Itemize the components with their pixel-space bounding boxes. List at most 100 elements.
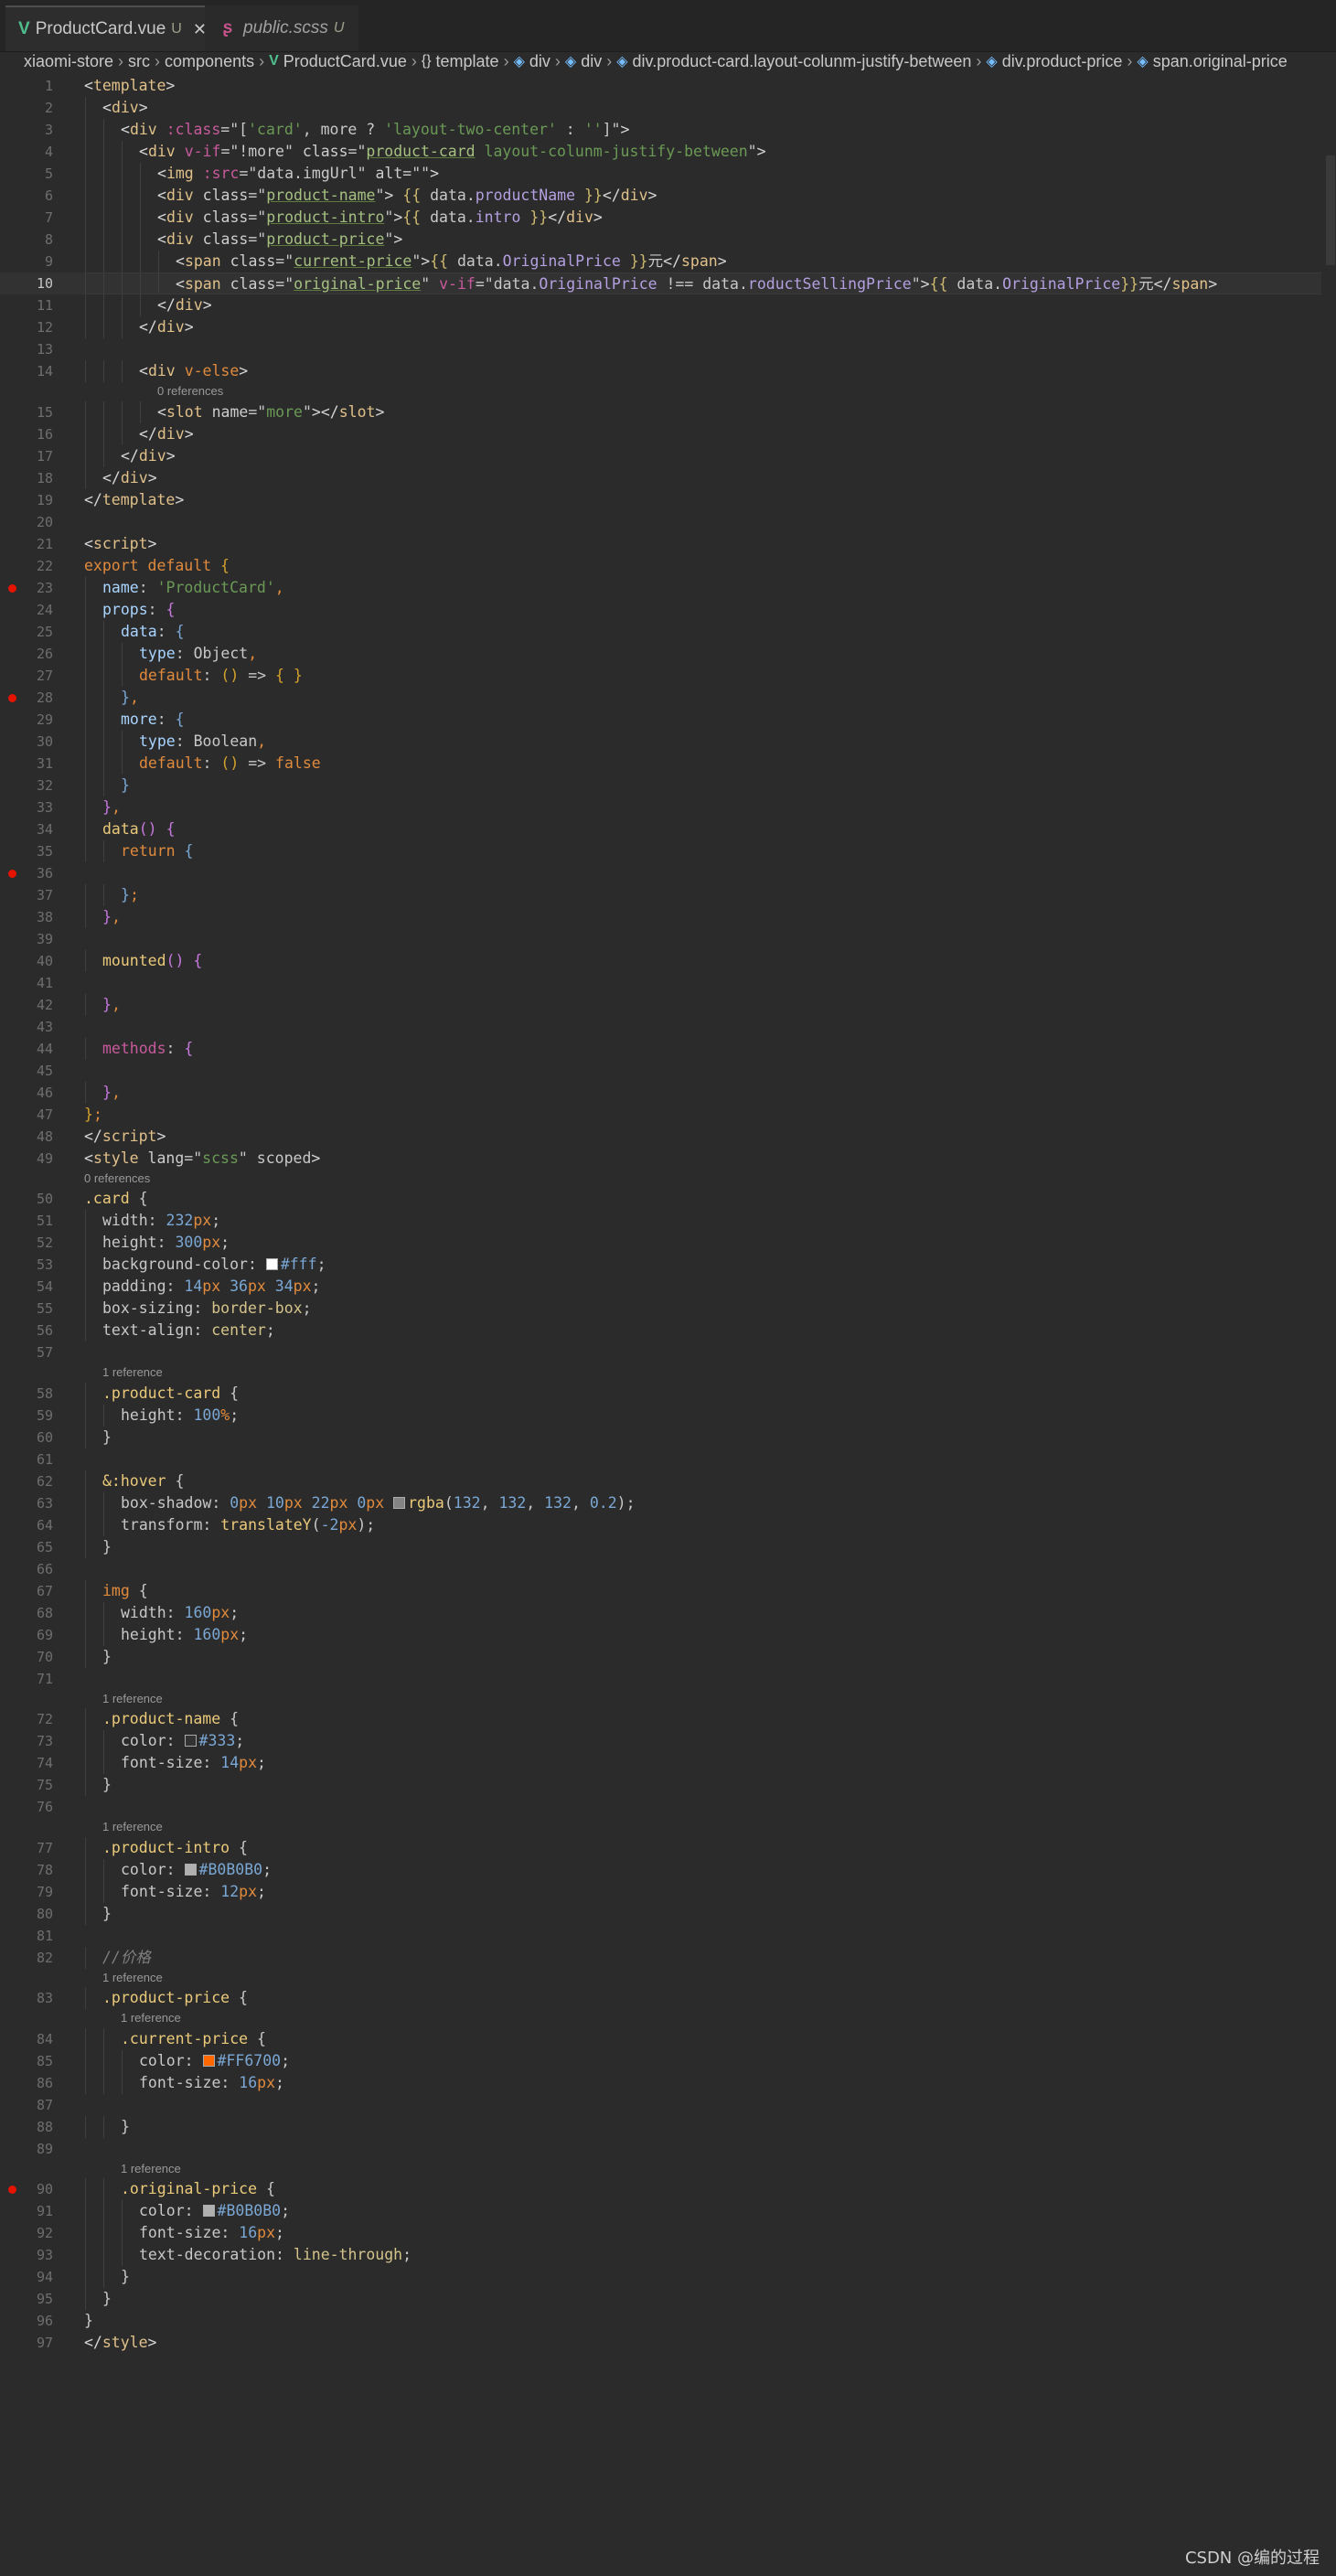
code-line[interactable]: 50 .card {	[0, 1188, 1321, 1210]
code-line[interactable]: 38},	[0, 905, 1321, 928]
code-line[interactable]: 40 mounted() {	[0, 949, 1321, 972]
code-line[interactable]: 26 type: Object,	[0, 642, 1321, 665]
breadcrumb-item[interactable]: ◈ div.product-price	[986, 52, 1122, 71]
breadcrumb-item[interactable]: {} template	[422, 52, 499, 71]
code-line[interactable]: 65}	[0, 1535, 1321, 1558]
code-line[interactable]: 1 <template>	[0, 75, 1321, 97]
code-line[interactable]: 16 </div>	[0, 422, 1321, 445]
code-line[interactable]: 73 color: #333;	[0, 1730, 1321, 1752]
code-line[interactable]: 19 </template>	[0, 489, 1321, 511]
code-line[interactable]: 24 props: {	[0, 598, 1321, 621]
code-line[interactable]: 51 width: 232px;	[0, 1210, 1321, 1232]
code-line[interactable]: 85 color: #FF6700;	[0, 2049, 1321, 2072]
tab-productcard[interactable]: V ProductCard.vue U ✕	[5, 5, 207, 51]
code-line[interactable]: 59 height: 100%;	[0, 1404, 1321, 1427]
code-line[interactable]: 81	[0, 1925, 1321, 1947]
code-line[interactable]: 56 text-align: center;	[0, 1320, 1321, 1341]
code-line[interactable]: 89	[0, 2138, 1321, 2160]
code-line[interactable]: 64 transform: translateY(-2px);	[0, 1513, 1321, 1536]
breakpoint-icon[interactable]	[8, 2186, 16, 2194]
code-line[interactable]: 76	[0, 1796, 1321, 1818]
code-line[interactable]: 42},	[0, 993, 1321, 1016]
breakpoint-icon[interactable]	[8, 583, 16, 593]
color-swatch[interactable]	[265, 1258, 278, 1270]
code-line[interactable]: 8 <div class="product-price">	[0, 229, 1321, 251]
breadcrumb-item[interactable]: V ProductCard.vue	[269, 52, 407, 71]
code-line[interactable]: 74 font-size: 14px;	[0, 1752, 1321, 1774]
code-line[interactable]: 93 text-decoration: line-through;	[0, 2244, 1321, 2266]
color-swatch[interactable]	[184, 1735, 197, 1747]
code-line[interactable]: 25 data: {	[0, 620, 1321, 643]
code-line[interactable]: 10 <span class="original-price" v-if="dat…	[0, 273, 1321, 294]
code-line[interactable]: 7 <div class="product-intro">{{ data.intr…	[0, 207, 1321, 229]
code-line[interactable]: 88}	[0, 2115, 1321, 2138]
code-line[interactable]: 55 box-sizing: border-box;	[0, 1298, 1321, 1320]
codelens-references[interactable]: 0 references	[0, 1170, 1321, 1188]
code-line[interactable]: 3 <div :class="['card', more ? 'layout-tw…	[0, 119, 1321, 141]
code-line[interactable]: 35 return {	[0, 839, 1321, 862]
code-line[interactable]: 41	[0, 972, 1321, 994]
code-line[interactable]: 90 .original-price {	[0, 2178, 1321, 2200]
code-line[interactable]: 49 <style lang="scss" scoped>	[0, 1148, 1321, 1170]
codelens-references[interactable]: 1 reference	[0, 2160, 1321, 2178]
breakpoint-icon[interactable]	[8, 693, 16, 702]
code-line[interactable]: 67 img {	[0, 1579, 1321, 1602]
breadcrumb-item[interactable]: ◈ div	[565, 52, 602, 71]
code-line[interactable]: 6 <div class="product-name"> {{ data.prod…	[0, 185, 1321, 207]
code-line[interactable]: 17 </div>	[0, 444, 1321, 467]
code-line[interactable]: 39	[0, 928, 1321, 950]
codelens-references[interactable]: 1 reference	[0, 1363, 1321, 1382]
breadcrumb-item[interactable]: components	[165, 52, 254, 71]
code-line[interactable]: 18 </div>	[0, 466, 1321, 489]
code-line[interactable]: 92 font-size: 16px;	[0, 2222, 1321, 2244]
breadcrumb-item[interactable]: ◈ div.product-card.layout-colunm-justify-…	[616, 52, 971, 71]
code-line[interactable]: 66	[0, 1558, 1321, 1580]
codelens-references[interactable]: 1 reference	[0, 1818, 1321, 1836]
code-line[interactable]: 79 font-size: 12px;	[0, 1880, 1321, 1903]
code-line[interactable]: 53 background-color: #fff;	[0, 1254, 1321, 1276]
codelens-references[interactable]: 1 reference	[0, 1690, 1321, 1708]
breadcrumb-item[interactable]: src	[128, 52, 150, 71]
code-line[interactable]: 72 .product-name {	[0, 1708, 1321, 1730]
code-line[interactable]: 86 font-size: 16px;	[0, 2071, 1321, 2094]
code-line[interactable]: 70}	[0, 1645, 1321, 1668]
code-line[interactable]: 84 .current-price {	[0, 2027, 1321, 2050]
code-line[interactable]: 77 .product-intro {	[0, 1836, 1321, 1859]
code-line[interactable]: 75}	[0, 1774, 1321, 1796]
code-line[interactable]: 54 padding: 14px 36px 34px;	[0, 1276, 1321, 1298]
code-line[interactable]: 87	[0, 2094, 1321, 2116]
code-line[interactable]: 47};	[0, 1104, 1321, 1126]
code-line[interactable]: 22 export default {	[0, 555, 1321, 577]
code-line[interactable]: 52 height: 300px;	[0, 1232, 1321, 1254]
color-swatch[interactable]	[184, 1863, 197, 1876]
codelens-references[interactable]: 1 reference	[0, 2009, 1321, 2027]
code-line[interactable]: 23 name: 'ProductCard',	[0, 576, 1321, 599]
code-line[interactable]: 11 </div>	[0, 294, 1321, 316]
codelens-references[interactable]: 0 references	[0, 382, 1321, 401]
code-line[interactable]: 9 <span class="current-price">{{ data.Ori…	[0, 251, 1321, 273]
code-line[interactable]: 27 default: () => { }	[0, 664, 1321, 687]
code-line[interactable]: 5 <img :src="data.imgUrl" alt="">	[0, 163, 1321, 185]
code-line[interactable]: 48 </script>	[0, 1126, 1321, 1148]
breakpoint-icon[interactable]	[8, 869, 16, 878]
code-line[interactable]: 58 .product-card {	[0, 1382, 1321, 1405]
code-line[interactable]: 30 type: Boolean,	[0, 730, 1321, 753]
code-line[interactable]: 94}	[0, 2266, 1321, 2288]
vertical-scrollbar[interactable]	[1325, 71, 1336, 2540]
code-line[interactable]: 57	[0, 1341, 1321, 1363]
code-editor[interactable]: 1 <template> 2 <div> 3 <div :class="['card', …	[0, 71, 1336, 2540]
code-line[interactable]: 4 <div v-if="!more" class="product-card l…	[0, 141, 1321, 163]
tab-public-scss[interactable]: ʂ public.scss U	[205, 5, 358, 51]
code-line[interactable]: 78 color: #B0B0B0;	[0, 1858, 1321, 1881]
code-line[interactable]: 43	[0, 1016, 1321, 1038]
code-line[interactable]: 80}	[0, 1902, 1321, 1925]
breadcrumb-item[interactable]: ◈ div	[514, 52, 550, 71]
code-line[interactable]: 33},	[0, 796, 1321, 818]
color-swatch[interactable]	[202, 2054, 215, 2067]
code-line[interactable]: 96}	[0, 2310, 1321, 2332]
code-line[interactable]: 68 width: 160px;	[0, 1601, 1321, 1624]
breadcrumb-item[interactable]: ◈ span.original-price	[1137, 52, 1287, 71]
code-line[interactable]: 46},	[0, 1081, 1321, 1104]
codelens-references[interactable]: 1 reference	[0, 1969, 1321, 1987]
code-line[interactable]: 44 methods: {	[0, 1037, 1321, 1060]
